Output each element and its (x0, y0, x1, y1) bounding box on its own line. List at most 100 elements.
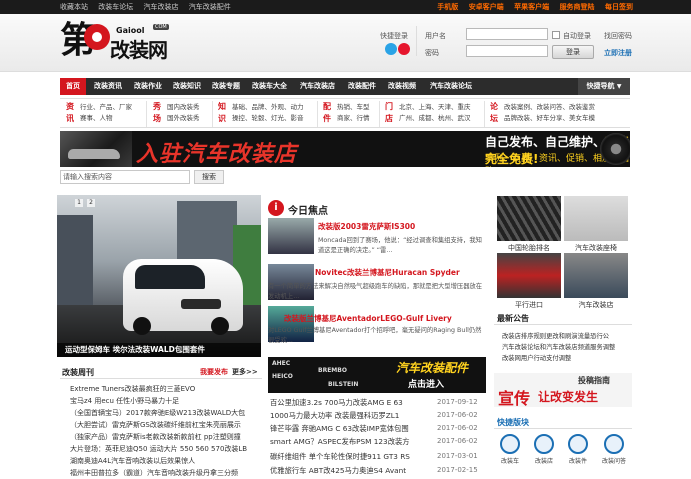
thumb-card-seats[interactable]: 汽车改装座椅 (564, 196, 628, 253)
nav-forum[interactable]: 汽车改装论坛 (430, 78, 472, 95)
search-input[interactable]: 请输入搜索内容 (60, 170, 190, 184)
register-link[interactable]: 立即注册 (604, 48, 632, 58)
nav-topics[interactable]: 改装专题 (212, 78, 240, 95)
topbar-link-shops[interactable]: 汽车改装店 (143, 3, 178, 11)
cat-divider (146, 101, 147, 127)
forgot-password-link[interactable]: 找回密码 (604, 31, 632, 41)
remember-checkbox[interactable] (552, 31, 560, 39)
topbar-link-forum[interactable]: 改装车论坛 (98, 3, 133, 11)
notice-item[interactable]: 改装店排序规则更改和刷演流量恐行公 (502, 331, 630, 340)
thumb-card-tires[interactable]: 中国轮胎排名 (497, 196, 561, 253)
login-button[interactable]: 登录 (552, 45, 594, 59)
topbar-app-ios[interactable]: 苹果客户端 (514, 3, 549, 11)
cat-line[interactable]: 商家、行情 (337, 113, 370, 124)
site-logo[interactable]: 第 Gaiool COM 改装网 (60, 20, 170, 64)
nav-works[interactable]: 改装作业 (134, 78, 162, 95)
featured-slideshow[interactable]: 1 2 运动型保姆车 埃尔法改装WALD包围套件 (57, 195, 261, 357)
notice-item[interactable]: 汽车改装论坛和汽车改装店频道服务调整 (502, 342, 630, 351)
cat-links-forum: 改装案例、改装问答、改装鉴赏 品牌改装、好车分享、美女车模 (504, 102, 595, 124)
cat-line[interactable]: 广州、成都、杭州、武汉 (399, 113, 471, 124)
news-item[interactable]: 锋芒毕露 奔驰AMG C 63改装IMP宽体包围 (270, 424, 409, 434)
cat-line[interactable]: 赛事、人物 (80, 113, 132, 124)
top-bar: 收藏本站 改装车论坛 汽车改装店 汽车改装配件 手机版 安卓客户端 苹果客户端 … (0, 0, 691, 14)
nav-news[interactable]: 改装资讯 (94, 78, 122, 95)
password-input[interactable] (466, 45, 548, 57)
nav-videos[interactable]: 改装视频 (388, 78, 416, 95)
weekly-item[interactable]: （独家产品）雷克萨斯is老款改装新款前杠 pp注塑则撞 (70, 432, 262, 442)
news-item[interactable]: 碳纤维组件 单个车轮性保时捷911 GT3 RS (270, 452, 410, 462)
tire-icon (600, 133, 630, 165)
topbar-link-parts[interactable]: 汽车改装配件 (189, 3, 231, 11)
nav-car-catalog[interactable]: 改装车大全 (252, 78, 287, 95)
search-button[interactable]: 搜索 (194, 170, 224, 184)
slide-caption[interactable]: 运动型保姆车 埃尔法改装WALD包围套件 (57, 343, 261, 357)
focus-title-3[interactable]: 改装版兰博基尼AventadorLEGO-Gulf Livery (284, 313, 452, 324)
search-placeholder: 请输入搜索内容 (63, 173, 112, 181)
weekly-item[interactable]: 大片登场：英菲尼迪Q50 运动大片 550 560 570改装LB (70, 444, 262, 454)
cat-divider (379, 101, 380, 127)
quick-item-shops[interactable]: 改装店 (530, 434, 558, 465)
nav-parts[interactable]: 改装配件 (348, 78, 376, 95)
shop-banner[interactable]: 入驻汽车改装店 自己发布、自己维护、功能完全免费! 案例、商品、资讯、促销、相册… (60, 131, 630, 167)
weekly-more-link[interactable]: 更多>> (232, 367, 258, 377)
cat-title-parts[interactable]: 配件 (322, 101, 332, 125)
quick-item-cars[interactable]: 改装车 (496, 434, 524, 465)
focus-title-1[interactable]: 改装版2003雷克萨斯IS300 (318, 221, 415, 232)
cat-line[interactable]: 操控、轮毂、灯光、影音 (232, 113, 304, 124)
cat-title-show[interactable]: 秀场 (152, 101, 162, 125)
thumb-card-shops[interactable]: 汽车改装店 (564, 253, 628, 310)
topbar-link-bookmark[interactable]: 收藏本站 (60, 3, 88, 11)
news-item[interactable]: 1000马力最大功率 改装最强科迈罗ZL1 (270, 411, 399, 421)
banner-slogan: 入驻汽车改装店 (136, 142, 298, 167)
weekly-apply-link[interactable]: 我要发布 (200, 367, 228, 377)
cat-line[interactable]: 品牌改装、好车分享、美女车模 (504, 113, 595, 124)
weekly-item[interactable]: （大胆尝试）雷克萨斯GS改装碳纤维前杠宝朱亮丽展示 (70, 420, 262, 430)
quick-item-qa[interactable]: 改装问答 (600, 434, 628, 465)
remember-label: 自动登录 (563, 32, 591, 40)
parts-ad-strip[interactable]: AHEC BREMBO HEICO BILSTEIN 汽车改装配件 点击进入 (268, 357, 486, 393)
focus-title-2[interactable]: Novitec改装兰博基尼Huracan Spyder (315, 267, 460, 278)
slide-dot-1[interactable]: 1 (75, 199, 83, 207)
promo-box[interactable]: 投稿指南 宣传 让改变发生 (494, 373, 632, 408)
weekly-item[interactable]: （全国首辆宝马）2017款奔驰E级W213改装WALD大包 (70, 408, 262, 418)
cat-title-knowledge[interactable]: 知识 (217, 101, 227, 125)
cat-title-news[interactable]: 资讯 (65, 101, 75, 125)
qq-login-icon[interactable] (385, 43, 397, 55)
username-input[interactable] (466, 28, 548, 40)
news-item[interactable]: 优雅旅行车 ABT改425马力奥迪S4 Avant (270, 466, 406, 476)
cat-line[interactable]: 国外改装秀 (167, 113, 200, 124)
news-item[interactable]: 百公里加速3.2s 700马力改装AMG E 63 (270, 398, 403, 408)
cat-line[interactable]: 热销、车型 (337, 102, 370, 113)
cat-title-shops[interactable]: 门店 (384, 101, 394, 125)
cat-links-shops: 北京、上海、天津、重庆 广州、成都、杭州、武汉 (399, 102, 471, 124)
cat-line[interactable]: 国内改装秀 (167, 102, 200, 113)
weibo-login-icon[interactable] (398, 43, 410, 55)
weekly-item[interactable]: 福州丰田普拉多（霸道）汽车音响改装升级丹拿三分频 (70, 468, 262, 478)
topbar-app-checkin[interactable]: 每日签到 (605, 3, 633, 11)
chevron-down-icon: ▼ (616, 83, 622, 90)
topbar-app-provider[interactable]: 服务商登陆 (560, 3, 595, 11)
topbar-app-mobile[interactable]: 手机版 (437, 3, 458, 11)
nav-shops[interactable]: 汽车改装店 (300, 78, 335, 95)
slide-van (123, 259, 243, 335)
news-item[interactable]: smart AMG？ASPEC发布PSM 123改装方 (270, 437, 410, 447)
weekly-item[interactable]: 湖南奥迪A4L汽车音响改装以后效果惊人 (70, 456, 262, 466)
topbar-app-android[interactable]: 安卓客户端 (469, 3, 504, 11)
cat-line[interactable]: 北京、上海、天津、重庆 (399, 102, 471, 113)
focus-header: 今日焦点 (288, 206, 328, 217)
quick-item-label: 改装车 (500, 458, 519, 465)
quick-item-parts[interactable]: 改装件 (564, 434, 592, 465)
weekly-item[interactable]: Extreme Tuners改装最疯狂的三菱EVO (70, 384, 262, 394)
cat-title-forum[interactable]: 论坛 (489, 101, 499, 125)
slide-dot-2[interactable]: 2 (87, 199, 95, 207)
thumb-card-import[interactable]: 平行进口 (497, 253, 561, 310)
nav-home[interactable]: 首页 (60, 78, 86, 95)
nav-quick-nav[interactable]: 快捷导航 ▼ (578, 78, 630, 95)
quick-item-label: 改装件 (568, 458, 587, 465)
weekly-item[interactable]: 宝马z4 用ecu 任性小野马暴力十足 (70, 396, 262, 406)
cat-line[interactable]: 改装案例、改装问答、改装鉴赏 (504, 102, 595, 113)
nav-knowledge[interactable]: 改装知识 (173, 78, 201, 95)
cat-line[interactable]: 行业、产品、厂家 (80, 102, 132, 113)
cat-line[interactable]: 基础、品牌、外观、动力 (232, 102, 304, 113)
notice-item[interactable]: 改装网用户行动支付调整 (502, 353, 630, 362)
